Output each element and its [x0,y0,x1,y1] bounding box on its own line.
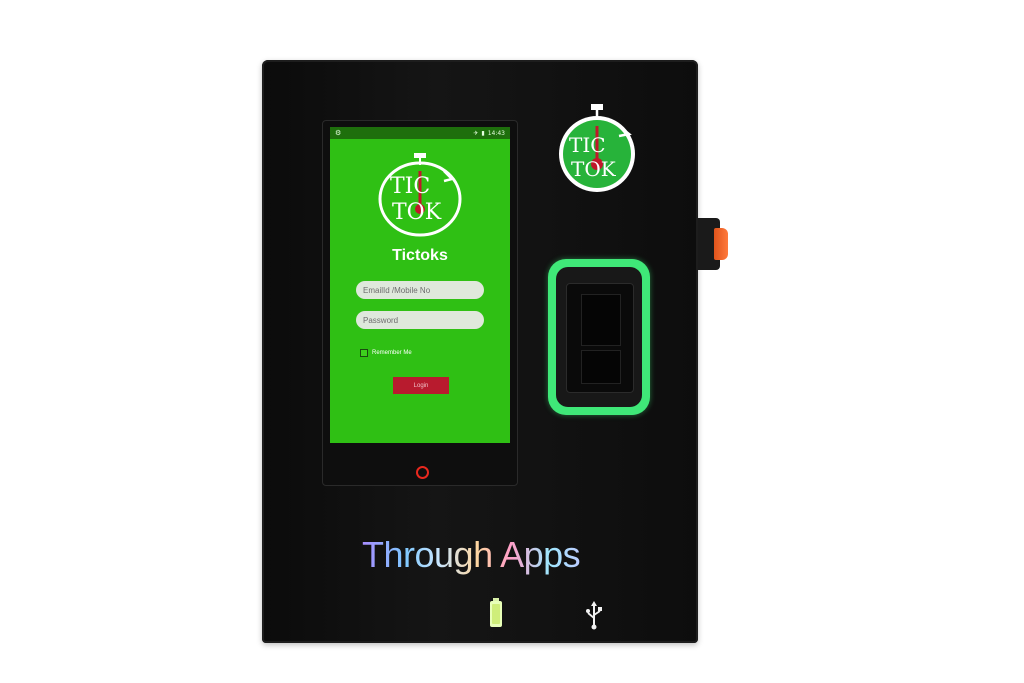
remember-label: Remember Me [372,350,412,356]
fingerprint-scanner-icon[interactable] [548,259,650,415]
sticker-text-line2: TOK [571,157,617,181]
status-time: 14:43 [487,129,505,137]
gear-icon: ⚙ [335,129,342,137]
fingerprint-scanner-bezel [556,267,642,407]
login-button[interactable]: Login [393,377,449,394]
logo-text-line2: TOK [392,200,442,225]
status-bar: ⚙ ✈ ▮ 14:43 [330,127,510,139]
fingerprint-window[interactable] [566,283,634,393]
home-button-icon[interactable] [416,466,429,479]
battery-status-icon [490,598,502,627]
status-right: ✈ ▮ 14:43 [473,130,505,137]
brand-logo-text: Through Apps [362,534,602,584]
side-button-cap[interactable] [714,228,728,260]
remember-checkbox[interactable] [360,349,368,357]
tictok-sticker-logo-icon: TIC TOK [559,104,635,192]
fingerprint-slot-bottom [581,350,621,384]
side-power-button[interactable] [698,218,730,270]
remember-me[interactable]: Remember Me [360,349,412,357]
usb-icon [586,601,602,630]
battery-icon: ▮ [481,129,485,137]
sticker-text-line1: TIC [569,133,606,157]
touch-screen[interactable]: ⚙ ✈ ▮ 14:43 TIC TOK Tictoks Remember Me … [330,127,510,443]
email-field[interactable] [356,281,484,299]
fingerprint-slot-top [581,294,621,346]
logo-text-line1: TIC [390,174,430,199]
password-field[interactable] [356,311,484,329]
airplane-icon: ✈ [473,129,479,137]
tictok-app-logo-icon: TIC TOK [378,153,462,237]
app-title: Tictoks [392,247,448,264]
